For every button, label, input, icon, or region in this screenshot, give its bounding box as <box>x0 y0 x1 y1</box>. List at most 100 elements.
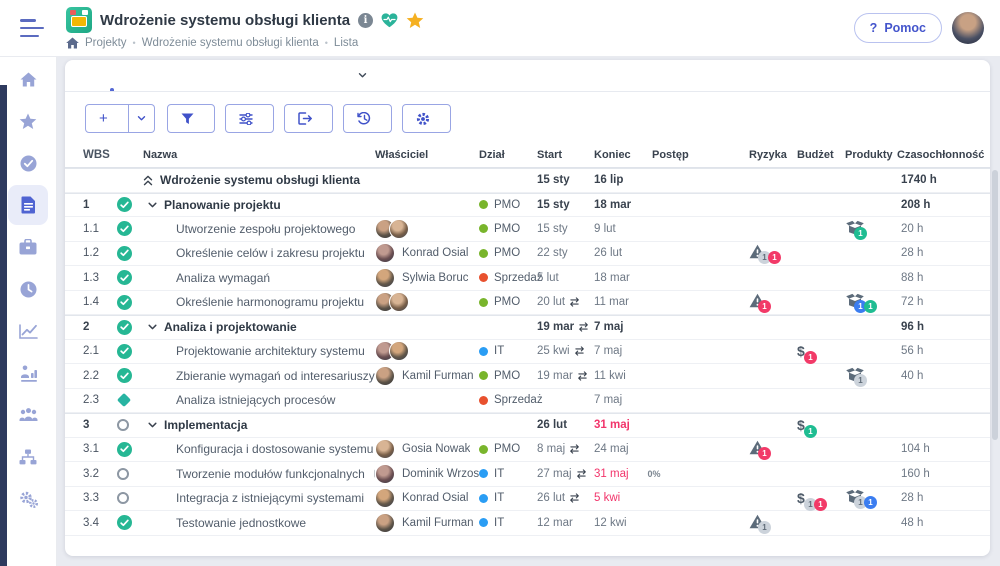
task-name[interactable]: Konfiguracja i dostosowanie systemu <box>176 442 373 456</box>
historia-button[interactable] <box>343 104 392 133</box>
col-5[interactable]: Postęp <box>652 149 749 161</box>
products-indicator[interactable]: 1 <box>845 220 865 235</box>
tab-zasoby[interactable] <box>189 60 211 91</box>
chevron-down-icon[interactable] <box>148 323 157 331</box>
ustawienia-button[interactable] <box>402 104 451 133</box>
status-done-icon[interactable] <box>117 295 132 310</box>
task-name[interactable]: Utworzenie zespołu projektowego <box>176 222 355 236</box>
tab-czas-pracy[interactable] <box>211 60 233 91</box>
status-milestone-icon[interactable] <box>117 393 131 407</box>
owner-cell[interactable] <box>375 219 479 239</box>
owner-avatars[interactable] <box>375 366 395 386</box>
task-name[interactable]: Analiza istniejących procesów <box>176 393 335 407</box>
avatar[interactable] <box>375 268 395 288</box>
department-cell[interactable]: IT <box>479 468 537 480</box>
start-date[interactable]: 25 kwi <box>537 345 594 357</box>
table-row[interactable]: Wdrożenie systemu obsługi klienta 15 sty… <box>65 168 990 193</box>
col-0[interactable]: Nazwa <box>140 149 375 161</box>
export-button[interactable] <box>284 104 333 133</box>
products-indicator[interactable]: 11 <box>845 293 865 308</box>
products-indicator[interactable]: 1 <box>845 367 865 382</box>
table-row[interactable]: 1.4 Określenie harmonogramu projektu PMO… <box>65 291 990 316</box>
tab-scoring[interactable] <box>233 60 255 91</box>
tab-przeglądy[interactable] <box>277 60 299 91</box>
scrollbar-thumb[interactable] <box>992 170 998 440</box>
owner-avatars[interactable] <box>375 292 409 312</box>
budget-indicator[interactable]: $1 <box>797 418 805 432</box>
status-done-icon[interactable] <box>117 368 132 383</box>
status-done-icon[interactable] <box>117 344 132 359</box>
breadcrumb-link[interactable]: Projekty <box>85 37 127 49</box>
status-done-icon[interactable] <box>117 442 132 457</box>
task-name[interactable]: Implementacja <box>164 418 247 432</box>
table-row[interactable]: 1.2 Określenie celów i zakresu projektu … <box>65 242 990 267</box>
sidebar-item-admin[interactable] <box>8 479 48 519</box>
task-name[interactable]: Projektowanie architektury systemu <box>176 344 365 358</box>
start-date[interactable]: 15 sty <box>537 174 594 186</box>
table-row[interactable]: 2 Analiza i projektowanie 19 mar 7 maj 1… <box>65 315 990 340</box>
home-icon[interactable] <box>66 37 79 49</box>
task-name[interactable]: Określenie celów i zakresu projektu <box>176 246 365 260</box>
status-done-icon[interactable] <box>117 270 132 285</box>
owner-avatars[interactable] <box>375 268 395 288</box>
task-name[interactable]: Wdrożenie systemu obsługi klienta <box>160 173 360 187</box>
tab-ustawienia[interactable] <box>343 60 378 91</box>
table-row[interactable]: 1 Planowanie projektu PMO 15 sty 18 mar … <box>65 193 990 218</box>
col-6[interactable]: Ryzyka <box>749 149 797 161</box>
avatar[interactable] <box>389 219 409 239</box>
department-cell[interactable]: PMO <box>479 199 537 211</box>
sidebar-item-tasks[interactable] <box>8 143 48 183</box>
department-cell[interactable]: PMO <box>479 443 537 455</box>
col-4[interactable]: Koniec <box>594 149 652 161</box>
risks-indicator[interactable]: 1 <box>749 440 766 455</box>
tab-karta-projektu[interactable] <box>299 60 321 91</box>
tab-plan[interactable] <box>255 60 277 91</box>
start-date[interactable]: 22 sty <box>537 247 594 259</box>
start-date[interactable]: 20 lut <box>537 296 594 308</box>
avatar[interactable] <box>375 366 395 386</box>
breadcrumb-link[interactable]: Wdrożenie systemu obsługi klienta <box>142 37 319 49</box>
table-row[interactable]: 1.1 Utworzenie zespołu projektowego PMO … <box>65 217 990 242</box>
sidebar-item-reports[interactable] <box>8 311 48 351</box>
owner-cell[interactable]: Konrad Osial <box>375 488 479 508</box>
owner-avatars[interactable] <box>375 341 409 361</box>
owner-cell[interactable] <box>375 292 479 312</box>
health-icon[interactable] <box>381 13 398 28</box>
help-button[interactable]: ?Pomoc <box>854 13 942 43</box>
table-row[interactable]: 3 Implementacja 26 lut 31 maj 72% $1 <box>65 413 990 438</box>
chevron-down-icon[interactable] <box>148 201 157 209</box>
owner-cell[interactable]: Gosia Nowak <box>375 439 479 459</box>
task-name[interactable]: Integracja z istniejącymi systemami <box>176 491 364 505</box>
status-open-icon[interactable] <box>117 492 129 504</box>
avatar[interactable] <box>375 464 395 484</box>
tab-czat[interactable] <box>321 60 343 91</box>
col-wbs[interactable]: WBS <box>65 149 110 161</box>
status-done-icon[interactable] <box>117 515 132 530</box>
task-name[interactable]: Określenie harmonogramu projektu <box>176 295 364 309</box>
task-name[interactable]: Planowanie projektu <box>164 198 281 212</box>
menu-toggle-icon[interactable] <box>20 19 46 37</box>
owner-avatars[interactable] <box>375 439 395 459</box>
status-done-icon[interactable] <box>117 197 132 212</box>
department-cell[interactable]: Sprzedaż <box>479 272 537 284</box>
col-2[interactable]: Dział <box>479 149 537 161</box>
owner-avatars[interactable] <box>375 513 395 533</box>
status-done-icon[interactable] <box>117 221 132 236</box>
status-open-icon[interactable] <box>117 419 129 431</box>
sidebar-item-portfolio[interactable] <box>8 227 48 267</box>
risks-indicator[interactable]: 1 <box>749 514 766 529</box>
start-date[interactable]: 8 maj <box>537 443 594 455</box>
department-cell[interactable]: IT <box>479 345 537 357</box>
owner-cell[interactable]: Sylwia Boruc <box>375 268 479 288</box>
owner-cell[interactable]: Konrad Osial <box>375 243 479 263</box>
department-cell[interactable]: PMO <box>479 296 537 308</box>
kolumny-button[interactable] <box>225 104 274 133</box>
sidebar-item-structure[interactable] <box>8 437 48 477</box>
budget-indicator[interactable]: $1 <box>797 344 805 358</box>
start-date[interactable]: 5 lut <box>537 272 594 284</box>
start-date[interactable]: 19 mar <box>537 321 594 333</box>
collapse-all-icon[interactable] <box>143 175 153 186</box>
info-icon[interactable]: i <box>358 13 373 28</box>
sidebar-item-time[interactable] <box>8 269 48 309</box>
department-cell[interactable]: PMO <box>479 223 537 235</box>
